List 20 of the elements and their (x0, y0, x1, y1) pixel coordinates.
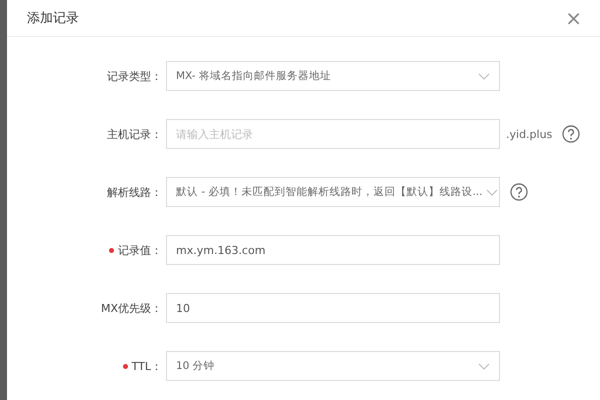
field-label: 记录类型： (107, 68, 162, 84)
select-field[interactable]: MX- 将域名指向邮件服务器地址 (166, 61, 500, 91)
field-label: 记录值： (118, 242, 162, 258)
field-label: 解析线路： (107, 184, 162, 200)
help-icon[interactable] (562, 125, 580, 143)
field-label: 主机记录： (107, 126, 162, 142)
chevron-down-icon (478, 362, 490, 370)
help-icon[interactable] (510, 183, 528, 201)
input-field[interactable]: 请输入主机记录 (166, 119, 500, 149)
domain-suffix: .yid.plus (506, 128, 552, 140)
dialog-title: 添加记录 (27, 10, 79, 27)
select-field[interactable]: 10 分钟 (166, 351, 500, 381)
input-field[interactable]: 10 (166, 293, 500, 323)
chevron-down-icon (486, 188, 498, 196)
input-field[interactable]: mx.ym.163.com (166, 235, 500, 265)
chevron-down-icon (478, 72, 490, 80)
field-label: MX优先级： (100, 300, 162, 316)
close-button[interactable]: × (561, 8, 586, 28)
field-label: TTL： (132, 358, 162, 374)
select-field[interactable]: 默认 - 必填！未匹配到智能解析线路时，返回【默认】线路设... (166, 177, 500, 207)
